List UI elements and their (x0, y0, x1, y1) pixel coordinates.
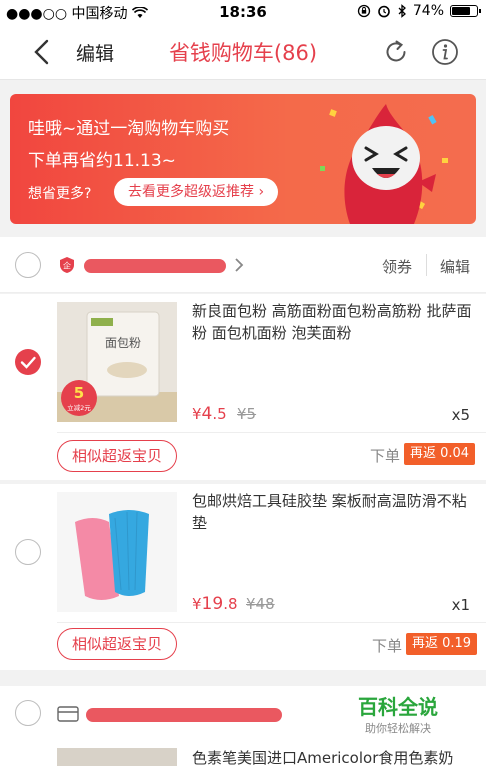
rebate-badge: 再返 0.19 (406, 633, 478, 655)
shop-name-redacted[interactable] (86, 708, 282, 722)
price-symbol: ¥ (192, 405, 202, 423)
chevron-right-icon[interactable] (232, 256, 246, 274)
info-icon[interactable] (431, 38, 459, 66)
product-title[interactable]: 包邮烘焙工具硅胶垫 案板耐高温防滑不粘垫 (192, 490, 474, 534)
battery-icon (450, 5, 481, 17)
price-symbol: ¥ (192, 595, 202, 613)
shop-store-icon (57, 706, 79, 722)
rebate-badge: 再返 0.04 (404, 443, 476, 465)
product-price: ¥4.5 (192, 404, 227, 424)
divider (57, 622, 486, 623)
battery-percent: 74% (412, 3, 444, 19)
bag-label: 面包粉 (105, 336, 141, 350)
shop-select-checkbox[interactable] (15, 252, 41, 278)
mascot-illustration (320, 104, 448, 224)
quantity[interactable]: x1 (452, 596, 470, 614)
product-price: ¥19.8 (192, 594, 238, 614)
coupon-button[interactable]: 领券 (382, 256, 412, 277)
bluetooth-icon (398, 4, 406, 18)
product-image[interactable] (57, 492, 177, 612)
banner-question: 想省更多? (28, 186, 92, 202)
similar-items-button[interactable]: 相似超返宝贝 (57, 440, 177, 472)
similar-items-button[interactable]: 相似超返宝贝 (57, 628, 177, 660)
alarm-icon (378, 5, 390, 18)
page-title: 省钱购物车(86) (168, 41, 318, 65)
item-select-checkbox[interactable] (15, 349, 41, 375)
status-bar: ●●●○○ 中国移动 18:36 74% (0, 0, 486, 24)
cart-item[interactable]: 色素笔美国进口Americolor食用色素奶 (0, 742, 486, 766)
promo-banner[interactable]: 哇哦~通过一淘购物车购买 下单再省约11.13~ 想省更多? 去看更多超级返推荐… (10, 94, 476, 224)
product-image[interactable] (57, 748, 177, 766)
product-image[interactable]: 面包粉 5 立减2元 (57, 302, 177, 422)
item-select-checkbox[interactable] (15, 539, 41, 565)
price-integer: 19 (201, 594, 224, 614)
product-title[interactable]: 色素笔美国进口Americolor食用色素奶 (192, 747, 474, 766)
battery-fill (452, 7, 470, 15)
status-right: 74% (357, 3, 481, 19)
shop-header: 企 领券 编辑 (0, 237, 486, 293)
refresh-icon[interactable] (382, 38, 410, 66)
silicone-mat-image (57, 492, 177, 612)
price-integer: 4 (201, 404, 213, 424)
rotation-lock-icon (357, 4, 371, 18)
checkmark-icon (20, 356, 36, 369)
banner-savings: 下单再省约11.13~ (28, 151, 176, 171)
nav-bar: 编辑 省钱购物车(86) (0, 24, 486, 80)
original-price: ¥48 (246, 595, 275, 613)
cart-item[interactable]: 面包粉 5 立减2元 新良面包粉 高筋面粉面包粉高筋粉 批萨面粉 面包机面粉 泡… (0, 294, 486, 480)
shop-badge-icon: 企 (60, 257, 74, 273)
promo-number: 5 (74, 384, 84, 402)
divider (426, 254, 427, 276)
cart-item[interactable]: 包邮烘焙工具硅胶垫 案板耐高温防滑不粘垫 ¥19.8 ¥48 x1 相似超返宝贝… (0, 484, 486, 670)
watermark-title: 百科全说 (358, 695, 438, 719)
order-label: 下单 (370, 447, 401, 465)
divider (57, 432, 486, 433)
more-recommendations-button[interactable]: 去看更多超级返推荐 › (114, 178, 279, 206)
banner-headline: 哇哦~通过一淘购物车购买 (28, 119, 230, 139)
original-price: ¥5 (237, 405, 257, 423)
promo-text: 立减2元 (67, 403, 91, 412)
watermark-subtitle: 助你轻松解决 (365, 722, 431, 735)
product-title[interactable]: 新良面包粉 高筋面粉面包粉高筋粉 批萨面粉 面包机面粉 泡芙面粉 (192, 300, 474, 344)
order-label: 下单 (372, 637, 403, 655)
quantity[interactable]: x5 (452, 406, 470, 424)
price-decimal: .8 (223, 595, 238, 613)
flour-bag-image: 面包粉 5 立减2元 (57, 302, 177, 422)
shop-select-checkbox[interactable] (15, 700, 41, 726)
svg-text:企: 企 (63, 261, 71, 271)
price-decimal: .5 (212, 405, 227, 423)
watermark-logo: 百科全说 助你轻松解决 (336, 688, 460, 738)
shop-name-redacted[interactable] (84, 259, 226, 273)
shop-edit-button[interactable]: 编辑 (440, 256, 470, 277)
